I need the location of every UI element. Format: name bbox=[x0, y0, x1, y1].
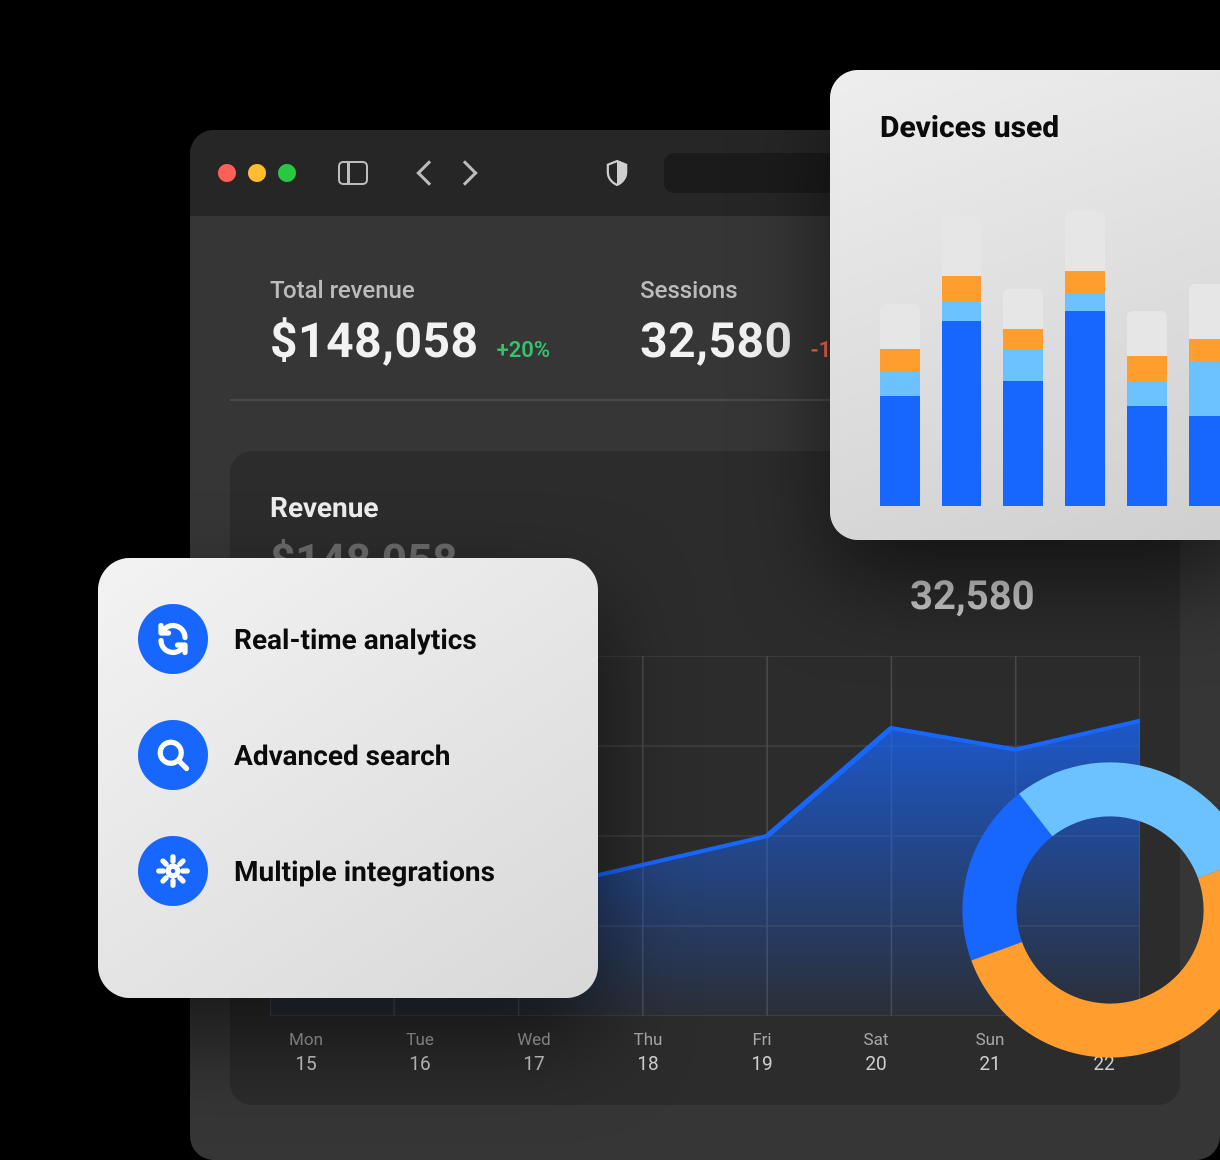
xaxis-tick: Thu18 bbox=[618, 1030, 678, 1075]
bar-segment bbox=[1003, 329, 1043, 349]
kpi-value: $148,058 bbox=[270, 312, 479, 369]
privacy-shield-icon[interactable] bbox=[606, 160, 628, 186]
donut-chart bbox=[930, 730, 1220, 1090]
bar-segment bbox=[942, 216, 982, 276]
bar-segment bbox=[1189, 284, 1220, 339]
gear-icon bbox=[138, 836, 208, 906]
fullscreen-window-icon[interactable] bbox=[278, 164, 296, 182]
devices-card: Devices used bbox=[830, 70, 1220, 540]
bar-segment bbox=[942, 276, 982, 301]
secondary-metric-value: 32,580 bbox=[910, 572, 1035, 619]
back-button[interactable] bbox=[416, 160, 441, 185]
card-title: Devices used bbox=[880, 110, 1210, 145]
bar-segment bbox=[1065, 271, 1105, 293]
minimize-window-icon[interactable] bbox=[248, 164, 266, 182]
forward-button[interactable] bbox=[452, 160, 477, 185]
stacked-bar bbox=[1003, 289, 1043, 506]
sidebar-toggle-icon[interactable] bbox=[338, 161, 368, 185]
bar-segment bbox=[1003, 349, 1043, 381]
traffic-lights bbox=[218, 164, 296, 182]
xaxis-tick: Sat20 bbox=[846, 1030, 906, 1075]
feature-label: Multiple integrations bbox=[234, 855, 495, 888]
bar-segment bbox=[1127, 311, 1167, 356]
bar-segment bbox=[942, 301, 982, 321]
bar-segment bbox=[1065, 293, 1105, 311]
bar-segment bbox=[1189, 416, 1220, 506]
kpi-label: Total revenue bbox=[270, 276, 550, 304]
search-icon bbox=[138, 720, 208, 790]
devices-stacked-bar-chart bbox=[880, 206, 1220, 506]
stacked-bar bbox=[1127, 311, 1167, 506]
stacked-bar bbox=[880, 304, 920, 506]
kpi-delta-up: +20% bbox=[497, 338, 550, 363]
kpi-total-revenue: Total revenue $148,058 +20% bbox=[270, 276, 550, 369]
kpi-sessions: Sessions 32,580 -14% bbox=[640, 276, 860, 369]
bar-segment bbox=[1065, 211, 1105, 271]
bar-segment bbox=[1003, 289, 1043, 329]
kpi-value: 32,580 bbox=[640, 312, 793, 369]
donut-segment bbox=[1019, 762, 1220, 878]
bar-segment bbox=[880, 349, 920, 371]
bar-segment bbox=[1127, 356, 1167, 381]
features-card: Real-time analytics Advanced search Mult… bbox=[98, 558, 598, 998]
close-window-icon[interactable] bbox=[218, 164, 236, 182]
stacked-bar bbox=[1189, 284, 1220, 506]
bar-segment bbox=[880, 304, 920, 349]
bar-segment bbox=[1189, 339, 1220, 361]
xaxis-tick: Tue16 bbox=[390, 1030, 450, 1075]
bar-segment bbox=[1127, 381, 1167, 406]
bar-segment bbox=[1003, 381, 1043, 506]
feature-item-search[interactable]: Advanced search bbox=[138, 720, 558, 790]
xaxis-tick: Mon15 bbox=[276, 1030, 336, 1075]
feature-label: Advanced search bbox=[234, 739, 450, 772]
bar-segment bbox=[880, 396, 920, 506]
feature-item-analytics[interactable]: Real-time analytics bbox=[138, 604, 558, 674]
kpi-label: Sessions bbox=[640, 276, 860, 304]
feature-label: Real-time analytics bbox=[234, 623, 477, 656]
bar-segment bbox=[942, 321, 982, 506]
feature-item-integrations[interactable]: Multiple integrations bbox=[138, 836, 558, 906]
stacked-bar bbox=[942, 216, 982, 506]
bar-segment bbox=[1189, 361, 1220, 416]
bar-segment bbox=[880, 371, 920, 396]
stacked-bar bbox=[1065, 211, 1105, 506]
bar-segment bbox=[1065, 311, 1105, 506]
xaxis-tick: Wed17 bbox=[504, 1030, 564, 1075]
refresh-icon bbox=[138, 604, 208, 674]
bar-segment bbox=[1127, 406, 1167, 506]
xaxis-tick: Fri19 bbox=[732, 1030, 792, 1075]
